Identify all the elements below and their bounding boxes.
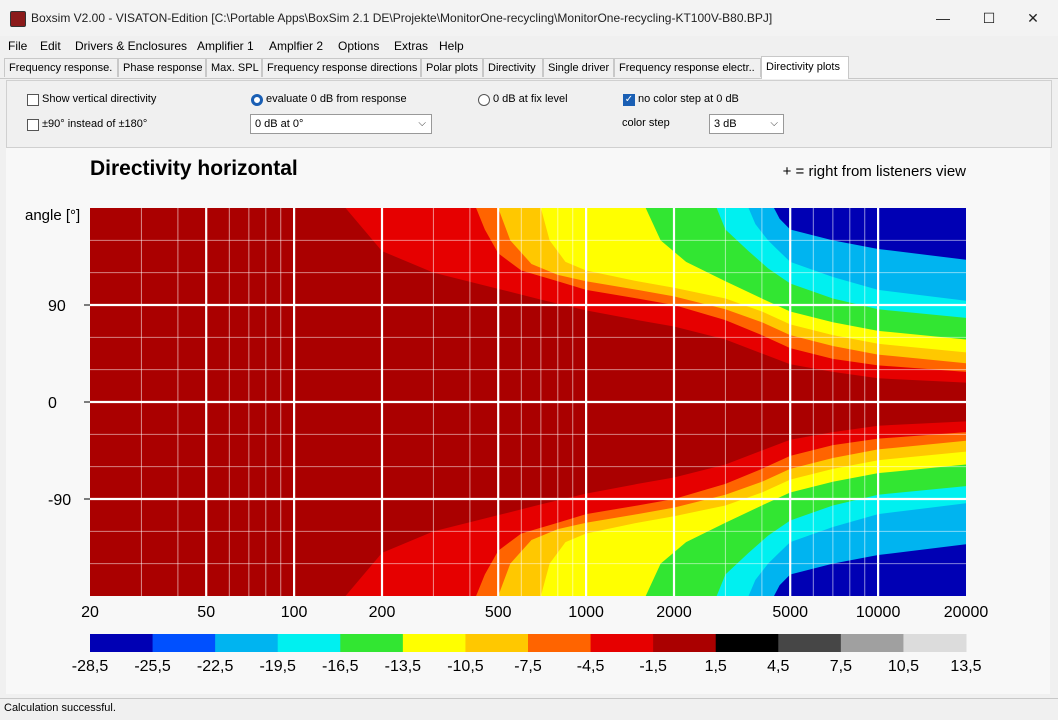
minimize-button[interactable]: — (920, 0, 966, 36)
status-text: Calculation successful. (4, 702, 116, 714)
color-step-value: 3 dB (714, 118, 737, 130)
color-bar-label: -7,5 (514, 658, 542, 675)
color-bar-label: -10,5 (447, 658, 484, 675)
chevron-down-icon: ⌵ (770, 118, 778, 129)
y-ticks: 90 0 -90 (48, 298, 90, 509)
color-bar-swatch (465, 634, 529, 652)
evaluate-response-label: evaluate 0 dB from response (266, 93, 407, 105)
menu-options[interactable]: Options (338, 39, 379, 53)
tab-max-spl[interactable]: Max. SPL (206, 58, 262, 77)
menu-file[interactable]: File (8, 39, 27, 53)
color-bar-label: -16,5 (322, 658, 359, 675)
evaluate-response-radio[interactable] (251, 94, 263, 106)
maximize-button[interactable]: ☐ (966, 0, 1012, 36)
menu-extras[interactable]: Extras (394, 39, 428, 53)
color-step-label: color step (622, 117, 670, 129)
show-vertical-checkbox[interactable] (27, 94, 39, 106)
title-bar: Boxsim V2.00 - VISATON-Edition [C:\Porta… (0, 0, 1058, 36)
color-bar-label: -1,5 (639, 658, 667, 675)
x-tick-label: 50 (197, 604, 215, 621)
x-tick-label: 10000 (856, 604, 901, 621)
color-bar-label: -13,5 (385, 658, 422, 675)
x-tick-label: 100 (281, 604, 308, 621)
options-panel: Show vertical directivity ±90° instead o… (6, 80, 1052, 148)
color-bar-label: 4,5 (767, 658, 789, 675)
x-tick-label: 500 (485, 604, 512, 621)
app-icon (10, 11, 26, 27)
color-bar-swatch (590, 634, 654, 652)
color-bar-label: -25,5 (134, 658, 171, 675)
tab-frequency-response[interactable]: Frequency response. (4, 58, 118, 77)
color-bar: -28,5 -25,5 -22,5 -19,5 -16,5 -13,5 -10,5 -7,5 -… (72, 634, 982, 675)
plot-area: Directivity horizontal + = right from li… (6, 148, 1050, 694)
color-bar-label: -4,5 (577, 658, 605, 675)
tab-directivity-plots[interactable]: Directivity plots (761, 56, 849, 79)
menu-amplifier-1[interactable]: Amplifier 1 (197, 39, 254, 53)
plot-title: Directivity horizontal (90, 157, 298, 180)
menu-drivers-enclosures[interactable]: Drivers & Enclosures (75, 39, 187, 53)
fix-level-label: 0 dB at fix level (493, 93, 568, 105)
evaluate-reference-select[interactable]: 0 dB at 0° ⌵ (250, 114, 432, 134)
close-button[interactable]: ✕ (1010, 0, 1056, 36)
color-bar-swatch (152, 634, 216, 652)
fix-level-radio[interactable] (478, 94, 490, 106)
x-tick-label: 20 (81, 604, 99, 621)
y-tick-label: 0 (48, 395, 57, 412)
x-tick-label: 2000 (656, 604, 692, 621)
tab-bar: Frequency response. Phase response Max. … (0, 56, 1058, 79)
color-bar-label: 7,5 (830, 658, 852, 675)
tab-directivity[interactable]: Directivity (483, 58, 543, 77)
directivity-plot: Directivity horizontal + = right from li… (25, 157, 988, 675)
tab-frequency-response-electrical[interactable]: Frequency response electr.. (614, 58, 761, 77)
no-color-step-label: no color step at 0 dB (638, 93, 739, 105)
evaluate-reference-value: 0 dB at 0° (255, 118, 304, 130)
color-bar-swatch (402, 634, 466, 652)
y-tick-label: 90 (48, 298, 66, 315)
menu-edit[interactable]: Edit (40, 39, 61, 53)
color-bar-swatch (903, 634, 967, 652)
color-bar-swatch (778, 634, 842, 652)
menu-bar: File Edit Drivers & Enclosures Amplifier… (0, 36, 1058, 56)
color-bar-swatch (90, 634, 154, 652)
no-color-step-checkbox[interactable]: ✓ (623, 94, 635, 106)
color-bar-swatch (277, 634, 341, 652)
x-tick-label: 1000 (568, 604, 604, 621)
color-bar-label: -28,5 (72, 658, 109, 675)
menu-amplifier-2[interactable]: Amplfier 2 (269, 39, 323, 53)
color-bar-label: -19,5 (259, 658, 296, 675)
color-bar-label: 10,5 (888, 658, 919, 675)
color-bar-swatch (653, 634, 717, 652)
show-vertical-label: Show vertical directivity (42, 93, 157, 105)
color-bar-swatch (528, 634, 592, 652)
status-bar: Calculation successful. (0, 698, 1058, 720)
color-bar-swatch (840, 634, 904, 652)
pm90-label: ±90° instead of ±180° (42, 118, 148, 130)
color-bar-label: -22,5 (197, 658, 234, 675)
window-title: Boxsim V2.00 - VISATON-Edition [C:\Porta… (31, 11, 773, 25)
chevron-down-icon: ⌵ (418, 118, 426, 129)
x-ticks: 20 50 100 200 500 1000 2000 5000 10000 20000 (81, 604, 988, 621)
plot-note: + = right from listeners view (783, 163, 967, 180)
x-tick-label: 200 (369, 604, 396, 621)
color-bar-label: 13,5 (950, 658, 981, 675)
menu-help[interactable]: Help (439, 39, 464, 53)
tab-phase-response[interactable]: Phase response (118, 58, 206, 77)
color-bar-swatch (715, 634, 779, 652)
y-tick-label: -90 (48, 492, 71, 509)
tab-polar-plots[interactable]: Polar plots (421, 58, 483, 77)
color-bar-swatch (340, 634, 404, 652)
y-axis-label: angle [°] (25, 207, 80, 224)
x-tick-label: 20000 (944, 604, 989, 621)
tab-single-driver[interactable]: Single driver (543, 58, 614, 77)
x-tick-label: 5000 (772, 604, 808, 621)
color-bar-swatch (215, 634, 279, 652)
color-bar-label: 1,5 (705, 658, 727, 675)
color-step-select[interactable]: 3 dB ⌵ (709, 114, 784, 134)
tab-frequency-response-directions[interactable]: Frequency response directions (262, 58, 421, 77)
pm90-checkbox[interactable] (27, 119, 39, 131)
